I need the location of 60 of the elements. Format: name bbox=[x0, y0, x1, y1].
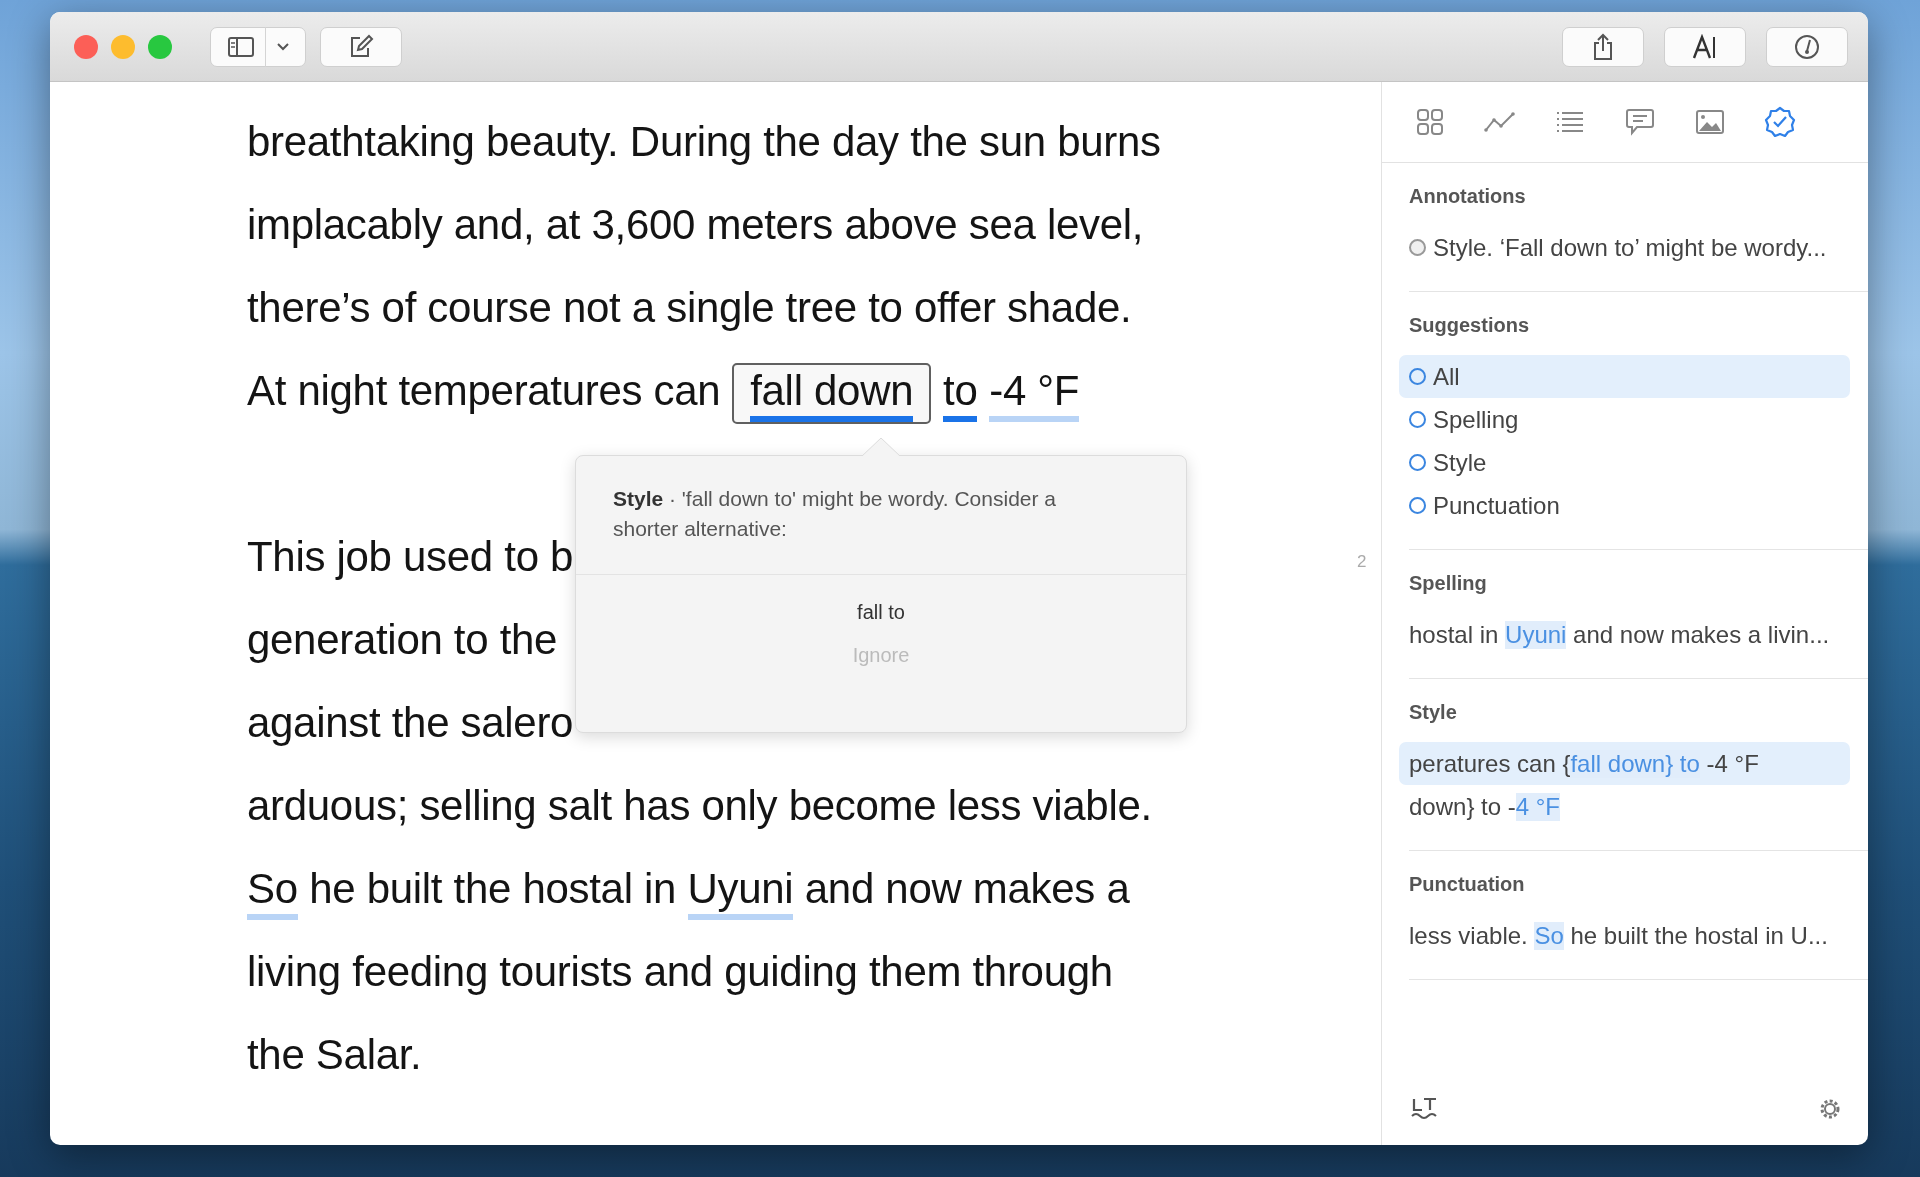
issue-item[interactable]: less viable. So he built the hostal in U... bbox=[1399, 914, 1850, 957]
page-number: 2 bbox=[1357, 552, 1367, 572]
snippet-text: peratures can { bbox=[1409, 749, 1571, 778]
sidebar-tab[interactable] bbox=[1482, 110, 1518, 134]
font-button[interactable] bbox=[1664, 26, 1746, 67]
compose-icon bbox=[348, 33, 374, 60]
comment-icon bbox=[1625, 108, 1655, 136]
section-heading: Suggestions bbox=[1409, 314, 1530, 337]
close-button[interactable] bbox=[74, 34, 98, 59]
paragraph-text: At night temperatures can bbox=[247, 367, 721, 414]
sidebar-icon bbox=[226, 35, 255, 58]
paragraph-text: implacably and, at 3,600 meters above sea level, bbox=[247, 201, 1144, 248]
paragraph-text: This job used to b bbox=[247, 533, 574, 580]
paragraph-text: he built the hostal in bbox=[308, 865, 678, 912]
snippet-text: less viable. bbox=[1409, 921, 1529, 950]
gauge-button[interactable] bbox=[1766, 26, 1848, 67]
compose-button[interactable] bbox=[320, 26, 402, 67]
issue-item[interactable]: peratures can {fall down} to -4 °F bbox=[1399, 742, 1850, 785]
flagged-word[interactable]: fall down bbox=[732, 363, 932, 424]
line-chart-icon bbox=[1484, 110, 1516, 134]
filter-item[interactable]: Style bbox=[1399, 441, 1850, 484]
chevron-down-icon bbox=[275, 41, 290, 52]
section-heading: Spelling bbox=[1409, 572, 1488, 595]
share-icon bbox=[1592, 32, 1614, 61]
paragraph-text: there’s of course not a single tree to offer shade. bbox=[247, 284, 1132, 331]
grid-icon bbox=[1416, 108, 1444, 136]
section-heading: Annotations bbox=[1409, 185, 1527, 208]
highlighted-text: So bbox=[1534, 921, 1564, 950]
section-heading: Punctuation bbox=[1409, 873, 1526, 896]
popover-message: Style · 'fall down to' might be wordy. Consider a shorter alternative: bbox=[612, 486, 1057, 542]
filter-item[interactable]: Spelling bbox=[1399, 398, 1850, 441]
paragraph-text: generation to the bbox=[247, 616, 558, 663]
paragraph-text: living feeding tourists and guiding them through bbox=[247, 948, 1113, 995]
paragraph-text: arduous; selling salt has only become less viable. bbox=[247, 782, 1152, 829]
paragraph-text: against the salero bbox=[247, 699, 574, 746]
list-icon bbox=[1556, 110, 1584, 134]
zoom-button[interactable] bbox=[148, 34, 172, 59]
paragraph-text: and now makes a bbox=[803, 865, 1130, 912]
filter-item[interactable]: All bbox=[1399, 355, 1850, 398]
snippet-text: -4 °F bbox=[1705, 749, 1759, 778]
suggestion-button[interactable]: fall to bbox=[857, 601, 905, 624]
issue-item[interactable]: hostal in Uyuni and now makes a livin... bbox=[1399, 613, 1850, 656]
section-heading: Style bbox=[1409, 701, 1458, 724]
snippet-text: and now makes a livin... bbox=[1572, 620, 1830, 649]
gauge-icon bbox=[1792, 33, 1822, 60]
snippet-text: he built the hostal in U... bbox=[1569, 921, 1828, 950]
sidebar-tab[interactable] bbox=[1762, 106, 1798, 138]
snippet-text: hostal in bbox=[1409, 620, 1500, 649]
issue-item[interactable]: down} to -4 °F bbox=[1399, 785, 1850, 828]
snippet-text: down} to - bbox=[1409, 792, 1516, 821]
sidebar-toggle-button[interactable] bbox=[210, 26, 306, 67]
annotation-item[interactable]: Style. ‘Fall down to’ might be wordy... bbox=[1409, 226, 1868, 269]
filter-item[interactable]: Punctuation bbox=[1399, 484, 1850, 527]
paragraph-text: the Salar. bbox=[247, 1031, 422, 1078]
image-icon bbox=[1695, 109, 1725, 135]
share-button[interactable] bbox=[1562, 26, 1644, 67]
paragraph-text: breathtaking beauty. During the day the sun burns bbox=[247, 118, 1161, 165]
highlighted-text: 4 °F bbox=[1515, 792, 1560, 821]
badge-check-icon bbox=[1764, 106, 1796, 138]
highlighted-text: Uyuni bbox=[1505, 620, 1567, 649]
